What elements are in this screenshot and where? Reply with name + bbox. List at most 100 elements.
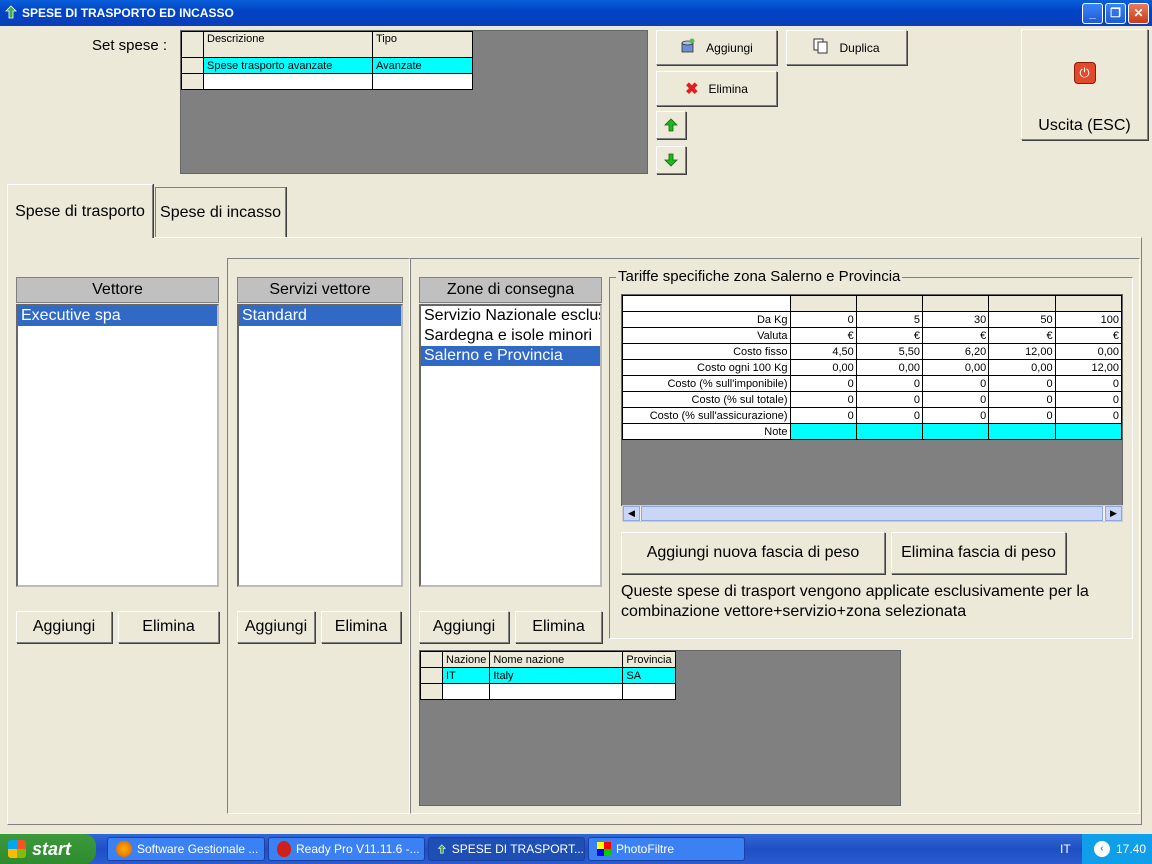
table-row-empty[interactable] (420, 683, 677, 700)
zone-list[interactable]: Servizio Nazionale esclus Sardegna e iso… (419, 304, 602, 587)
rate-cell[interactable]: 0,00 (855, 359, 924, 376)
elimina-set-button[interactable]: ✖ Elimina (656, 71, 777, 106)
rate-row-valuta[interactable]: Valuta € € € € € (622, 327, 1122, 344)
vettore-elimina-button[interactable]: Elimina (118, 611, 219, 643)
rate-cell[interactable]: 0 (789, 391, 857, 408)
rate-row-note[interactable]: Note (622, 423, 1122, 440)
rate-cell[interactable]: 0 (789, 375, 857, 392)
cell-descrizione[interactable]: Spese trasporto avanzate (203, 57, 373, 74)
col-descrizione[interactable]: Descrizione (203, 31, 373, 58)
aggiungi-fascia-button[interactable]: Aggiungi nuova fascia di peso (621, 532, 885, 574)
tab-spese-incasso[interactable]: Spese di incasso (155, 187, 286, 238)
duplica-button[interactable]: Duplica (786, 30, 907, 65)
note-cell[interactable] (921, 423, 990, 440)
rate-cell[interactable]: 0,00 (1054, 343, 1122, 360)
rate-cell[interactable]: 0 (988, 391, 1056, 408)
start-button[interactable]: start (0, 834, 96, 864)
close-button[interactable]: ✕ (1128, 3, 1149, 24)
move-down-button[interactable] (656, 146, 686, 174)
rate-cell[interactable]: 0 (789, 407, 857, 424)
minimize-button[interactable]: _ (1082, 3, 1103, 24)
rate-cell[interactable]: € (1054, 327, 1122, 344)
vettore-list[interactable]: Executive spa (16, 304, 219, 587)
rate-cell[interactable]: 6,20 (921, 343, 990, 360)
rate-cell[interactable]: 5,50 (855, 343, 924, 360)
tariffe-scrollbar[interactable]: ◀ ▶ (622, 505, 1123, 522)
table-row[interactable]: IT Italy SA (420, 667, 677, 684)
maximize-button[interactable]: ❐ (1105, 3, 1126, 24)
language-indicator[interactable]: IT (1060, 842, 1071, 856)
scroll-thumb[interactable] (641, 506, 1103, 521)
rate-cell[interactable]: € (789, 327, 857, 344)
rate-cell[interactable]: 4,50 (789, 343, 857, 360)
task-ready-pro[interactable]: Ready Pro V11.11.6 -... (268, 837, 425, 861)
scroll-left-icon[interactable]: ◀ (623, 506, 640, 521)
set-spese-grid[interactable]: Descrizione Tipo Spese trasporto avanzat… (180, 30, 648, 174)
rate-row-imponibile[interactable]: Costo (% sull'imponibile) 00000 (622, 375, 1122, 392)
note-cell[interactable] (1054, 423, 1122, 440)
task-software-gestionale[interactable]: Software Gestionale ... (107, 837, 265, 861)
col-nazione[interactable]: Nazione (441, 651, 491, 668)
rate-cell[interactable]: 0 (988, 375, 1056, 392)
note-cell[interactable] (855, 423, 924, 440)
note-cell[interactable] (988, 423, 1056, 440)
rate-cell[interactable]: 12,00 (1054, 359, 1122, 376)
rate-cell[interactable]: 0 (1054, 407, 1122, 424)
list-item[interactable]: Standard (239, 306, 401, 326)
elimina-fascia-button[interactable]: Elimina fascia di peso (891, 532, 1066, 574)
rate-cell[interactable]: 0 (921, 375, 990, 392)
tab-spese-trasporto[interactable]: Spese di trasporto (7, 184, 153, 238)
rate-cell[interactable]: 0 (1054, 375, 1122, 392)
tray-expand-icon[interactable]: ‹ (1093, 841, 1110, 857)
zone-elimina-button[interactable]: Elimina (515, 611, 602, 643)
rate-row-totale[interactable]: Costo (% sul totale) 00000 (622, 391, 1122, 408)
cell-tipo[interactable]: Avanzate (372, 57, 473, 74)
rate-row-da-kg[interactable]: Da Kg 0 5 30 50 100 (622, 311, 1122, 328)
list-item[interactable]: Salerno e Provincia (421, 346, 600, 366)
rate-cell[interactable]: 0,00 (921, 359, 990, 376)
col-tipo[interactable]: Tipo (372, 31, 473, 58)
rate-cell[interactable]: 50 (988, 311, 1056, 328)
list-item[interactable]: Sardegna e isole minori (421, 326, 600, 346)
list-item[interactable]: Servizio Nazionale esclus (421, 306, 600, 326)
rate-row-costo-fisso[interactable]: Costo fisso 4,50 5,50 6,20 12,00 0,00 (622, 343, 1122, 360)
rate-cell[interactable]: 0 (921, 407, 990, 424)
rate-cell[interactable]: 0 (855, 375, 924, 392)
rate-cell[interactable]: 0 (988, 407, 1056, 424)
rate-cell[interactable]: 30 (921, 311, 990, 328)
list-item[interactable]: Executive spa (18, 306, 217, 326)
rate-cell[interactable]: 0 (855, 407, 924, 424)
servizi-aggiungi-button[interactable]: Aggiungi (237, 611, 315, 643)
col-nome-nazione[interactable]: Nome nazione (489, 651, 624, 668)
rate-cell[interactable]: 0 (921, 391, 990, 408)
task-photofiltre[interactable]: PhotoFiltre (588, 837, 745, 861)
servizi-elimina-button[interactable]: Elimina (321, 611, 401, 643)
rate-cell[interactable]: 5 (855, 311, 924, 328)
table-row-empty[interactable] (181, 73, 473, 90)
uscita-button[interactable]: ⏻ Uscita (ESC) (1021, 29, 1148, 140)
rate-cell[interactable]: 12,00 (988, 343, 1056, 360)
rate-cell[interactable]: 0 (855, 391, 924, 408)
task-spese-trasporto[interactable]: SPESE DI TRASPORT... (428, 837, 585, 861)
rate-cell[interactable]: € (855, 327, 924, 344)
aggiungi-set-button[interactable]: Aggiungi (656, 30, 777, 65)
rate-cell[interactable]: 100 (1054, 311, 1122, 328)
rate-cell[interactable]: € (921, 327, 990, 344)
col-provincia[interactable]: Provincia (622, 651, 677, 668)
rate-row-costo-100kg[interactable]: Costo ogni 100 Kg 0,00 0,00 0,00 0,00 12,00 (622, 359, 1122, 376)
cell-nazione[interactable]: IT (441, 667, 491, 684)
rate-cell[interactable]: 0,00 (988, 359, 1056, 376)
vettore-aggiungi-button[interactable]: Aggiungi (16, 611, 112, 643)
scroll-right-icon[interactable]: ▶ (1105, 506, 1122, 521)
nazioni-grid[interactable]: Nazione Nome nazione Provincia IT Italy … (419, 650, 901, 806)
cell-provincia[interactable]: SA (622, 667, 677, 684)
rate-cell[interactable]: 0,00 (789, 359, 857, 376)
note-cell[interactable] (789, 423, 857, 440)
tariffe-grid[interactable]: Da Kg 0 5 30 50 100 Valuta € € € € € Costo fisso… (621, 294, 1123, 506)
zone-aggiungi-button[interactable]: Aggiungi (419, 611, 509, 643)
rate-cell[interactable]: 0 (789, 311, 857, 328)
cell-nome[interactable]: Italy (489, 667, 624, 684)
rate-cell[interactable]: 0 (1054, 391, 1122, 408)
servizi-list[interactable]: Standard (237, 304, 403, 587)
table-row[interactable]: Spese trasporto avanzate Avanzate (181, 57, 473, 74)
